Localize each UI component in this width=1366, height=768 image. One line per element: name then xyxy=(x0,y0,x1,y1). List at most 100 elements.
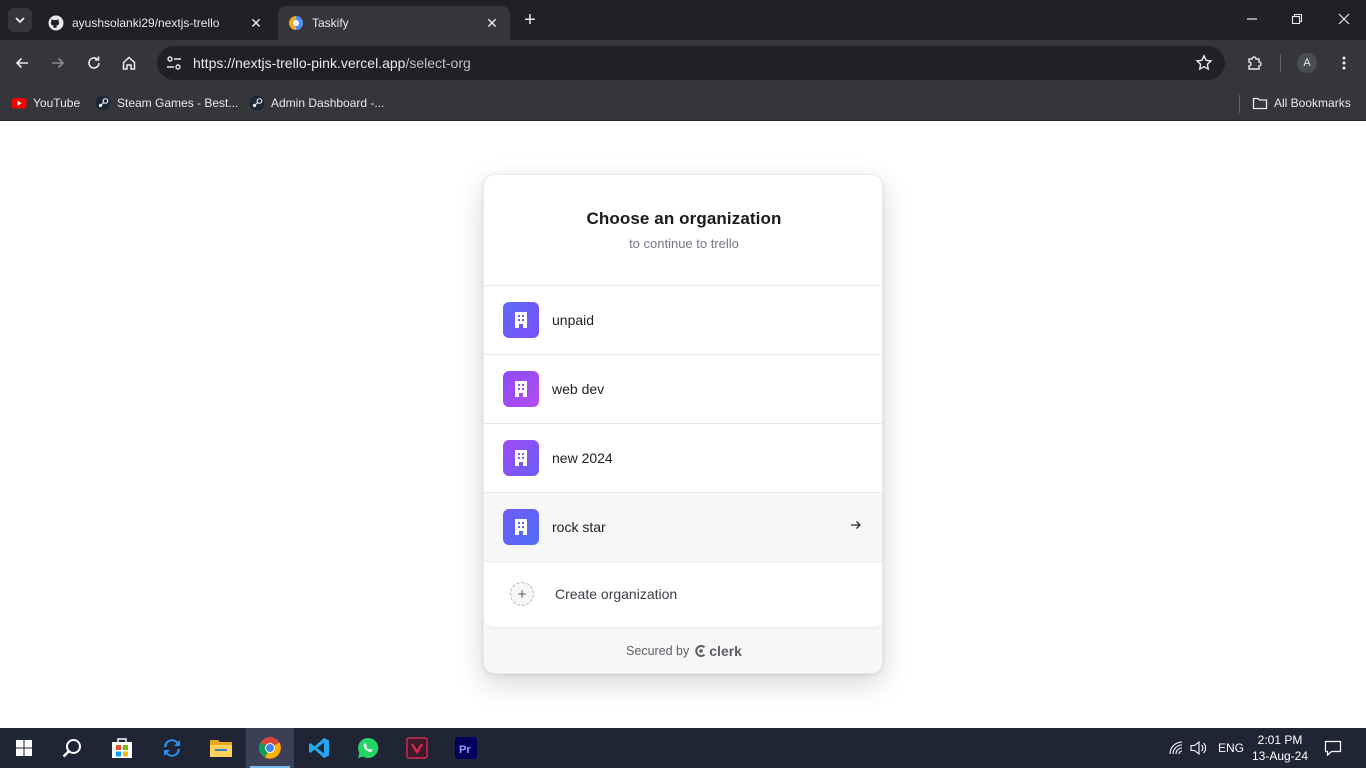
tab-taskify[interactable]: Taskify ✕ xyxy=(278,6,510,40)
page-content: Choose an organization to continue to tr… xyxy=(0,121,1366,728)
puzzle-icon xyxy=(1248,56,1262,70)
tab-github[interactable]: ayushsolanki29/nextjs-trello ✕ xyxy=(38,6,274,40)
steam-icon xyxy=(95,95,111,111)
taskbar-premiere[interactable]: Pr xyxy=(442,728,490,768)
vivaldi-icon xyxy=(406,737,428,759)
organization-item[interactable]: unpaid xyxy=(484,286,882,355)
clock-time: 2:01 PM xyxy=(1257,733,1303,747)
organization-picker-card: Choose an organization to continue to tr… xyxy=(483,174,883,674)
github-icon xyxy=(48,15,64,31)
arrow-right-icon xyxy=(850,519,862,533)
volume-control[interactable] xyxy=(1190,728,1208,768)
taskbar-vscode[interactable] xyxy=(295,728,343,768)
url-path: /select-org xyxy=(405,55,471,71)
create-organization-button[interactable]: + Create organization xyxy=(484,562,882,626)
organization-name: web dev xyxy=(552,381,605,397)
all-bookmarks-button[interactable]: All Bookmarks xyxy=(1252,93,1351,113)
site-info-icon[interactable] xyxy=(165,54,183,72)
forward-button[interactable] xyxy=(46,51,70,75)
clerk-logo[interactable]: clerk xyxy=(694,643,742,659)
arrow-left-icon xyxy=(15,57,28,69)
start-button[interactable] xyxy=(0,728,48,768)
toolbar-divider xyxy=(1280,54,1281,72)
bookmark-label: Steam Games - Best... xyxy=(117,96,239,110)
close-window-button[interactable] xyxy=(1332,8,1356,32)
taskbar-file-explorer[interactable] xyxy=(197,728,245,768)
whatsapp-icon xyxy=(358,737,379,758)
restore-button[interactable] xyxy=(1285,8,1309,32)
organization-item[interactable]: new 2024 xyxy=(484,424,882,493)
youtube-icon xyxy=(11,98,27,109)
secured-by-label: Secured by xyxy=(626,644,690,658)
taskbar-vivaldi[interactable] xyxy=(393,728,441,768)
store-icon xyxy=(112,738,132,758)
organization-avatar xyxy=(503,371,539,407)
bookmarks-divider xyxy=(1239,95,1240,113)
tab-title: ayushsolanki29/nextjs-trello xyxy=(72,16,220,30)
building-icon xyxy=(515,450,527,466)
avatar: A xyxy=(1297,53,1317,73)
bookmark-admin-dashboard[interactable]: Admin Dashboard -... xyxy=(249,93,384,113)
notifications-button[interactable] xyxy=(1324,728,1342,768)
url-host: https://nextjs-trello-pink.vercel.app xyxy=(193,55,406,71)
organization-item[interactable]: rock star xyxy=(484,493,882,562)
chevron-down-icon xyxy=(15,17,25,24)
clerk-logo-icon xyxy=(695,645,706,657)
tab-title: Taskify xyxy=(312,16,349,30)
url-text: https://nextjs-trello-pink.vercel.app/se… xyxy=(193,55,471,71)
windows-taskbar: Pr ENG 2:01 PM 13-Aug-24 xyxy=(0,728,1366,768)
taskbar-whatsapp[interactable] xyxy=(344,728,392,768)
file-explorer-icon xyxy=(210,740,232,757)
wifi-icon xyxy=(1169,741,1183,755)
taskbar-store[interactable] xyxy=(98,728,146,768)
language-label: ENG xyxy=(1218,741,1245,755)
browser-menu-button[interactable] xyxy=(1332,51,1356,75)
plus-icon: + xyxy=(510,582,534,606)
tab-search-button[interactable] xyxy=(8,8,32,32)
close-tab-icon[interactable]: ✕ xyxy=(248,15,264,31)
card-main: Choose an organization to continue to tr… xyxy=(484,175,882,627)
speaker-icon xyxy=(1190,740,1207,756)
reload-icon xyxy=(88,56,100,69)
page-subtitle: to continue to trello xyxy=(629,236,739,251)
bookmark-star-icon[interactable] xyxy=(1195,54,1213,72)
organization-name: rock star xyxy=(552,519,606,535)
svg-text:Pr: Pr xyxy=(459,744,471,756)
organization-name: unpaid xyxy=(552,312,595,328)
extensions-button[interactable] xyxy=(1243,51,1267,75)
clerk-brand-text: clerk xyxy=(709,643,742,659)
search-icon xyxy=(62,739,81,758)
organization-name: new 2024 xyxy=(552,450,613,466)
building-icon xyxy=(515,381,527,397)
profile-button[interactable]: A xyxy=(1295,51,1319,75)
bookmark-youtube[interactable]: YouTube xyxy=(11,93,80,113)
taskify-icon xyxy=(289,16,303,30)
input-language[interactable]: ENG xyxy=(1218,728,1244,768)
taskbar-search-button[interactable] xyxy=(48,728,96,768)
home-icon xyxy=(122,56,136,70)
bookmark-steam-games[interactable]: Steam Games - Best... xyxy=(95,93,238,113)
taskbar-sync-app[interactable] xyxy=(148,728,196,768)
close-tab-icon[interactable]: ✕ xyxy=(484,15,500,31)
minimize-button[interactable] xyxy=(1240,8,1264,32)
minimize-icon xyxy=(1247,18,1257,20)
system-clock[interactable]: 2:01 PM 13-Aug-24 xyxy=(1248,732,1312,764)
kebab-menu-icon xyxy=(1342,56,1346,70)
vscode-icon xyxy=(309,738,329,758)
folder-icon xyxy=(1252,97,1268,110)
address-bar[interactable]: https://nextjs-trello-pink.vercel.app/se… xyxy=(157,46,1225,80)
card-footer: Secured by clerk xyxy=(484,627,882,673)
steam-icon xyxy=(249,95,265,111)
home-button[interactable] xyxy=(117,51,141,75)
new-tab-button[interactable]: + xyxy=(518,10,542,32)
organization-avatar xyxy=(503,302,539,338)
building-icon xyxy=(515,312,527,328)
bookmark-label: Admin Dashboard -... xyxy=(271,96,385,110)
organization-avatar xyxy=(503,509,539,545)
organization-item[interactable]: web dev xyxy=(484,355,882,424)
taskbar-chrome[interactable] xyxy=(246,728,294,768)
notification-icon xyxy=(1324,740,1342,757)
network-status[interactable] xyxy=(1168,728,1184,768)
back-button[interactable] xyxy=(10,51,34,75)
reload-button[interactable] xyxy=(82,51,106,75)
